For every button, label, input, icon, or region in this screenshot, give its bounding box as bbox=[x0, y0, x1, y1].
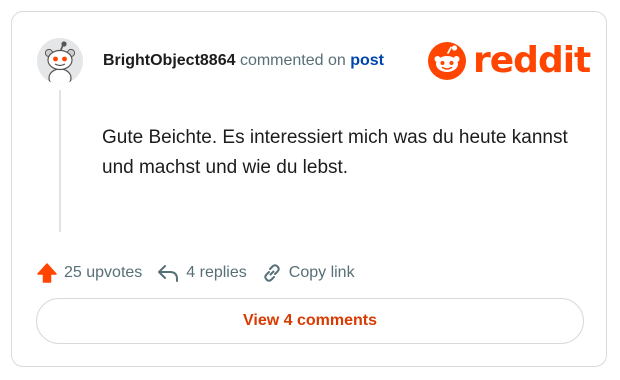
comment-body: Gute Beichte. Es interessiert mich was d… bbox=[102, 127, 568, 178]
reddit-logo[interactable]: reddit bbox=[427, 40, 591, 82]
view-comments-button[interactable]: View 4 comments bbox=[36, 298, 584, 344]
reply-arrow-icon bbox=[158, 265, 179, 282]
chain-link-icon bbox=[264, 264, 280, 282]
upvote-button[interactable]: 25 upvotes bbox=[36, 262, 142, 284]
comment-header: BrightObject8864 commented on post bbox=[103, 50, 384, 72]
user-avatar[interactable] bbox=[37, 38, 83, 84]
upvote-count: 25 upvotes bbox=[64, 264, 143, 281]
action-bar: 25 upvotes 4 replies Copy link bbox=[36, 260, 369, 286]
post-link[interactable]: post bbox=[350, 52, 384, 69]
upvote-arrow-icon bbox=[37, 263, 57, 283]
commented-on-text: commented on bbox=[239, 52, 346, 69]
replies-button[interactable]: 4 replies bbox=[156, 262, 247, 284]
reddit-snoo-icon bbox=[428, 42, 466, 80]
thread-line bbox=[59, 90, 61, 232]
copy-link-label: Copy link bbox=[288, 264, 355, 281]
replies-count: 4 replies bbox=[186, 264, 247, 281]
reddit-wordmark: reddit bbox=[473, 40, 591, 81]
username[interactable]: BrightObject8864 bbox=[103, 52, 235, 69]
snoo-avatar-icon bbox=[37, 38, 83, 84]
comment-card: BrightObject8864 commented on post reddi… bbox=[11, 11, 607, 367]
copy-link-button[interactable]: Copy link bbox=[261, 262, 355, 284]
